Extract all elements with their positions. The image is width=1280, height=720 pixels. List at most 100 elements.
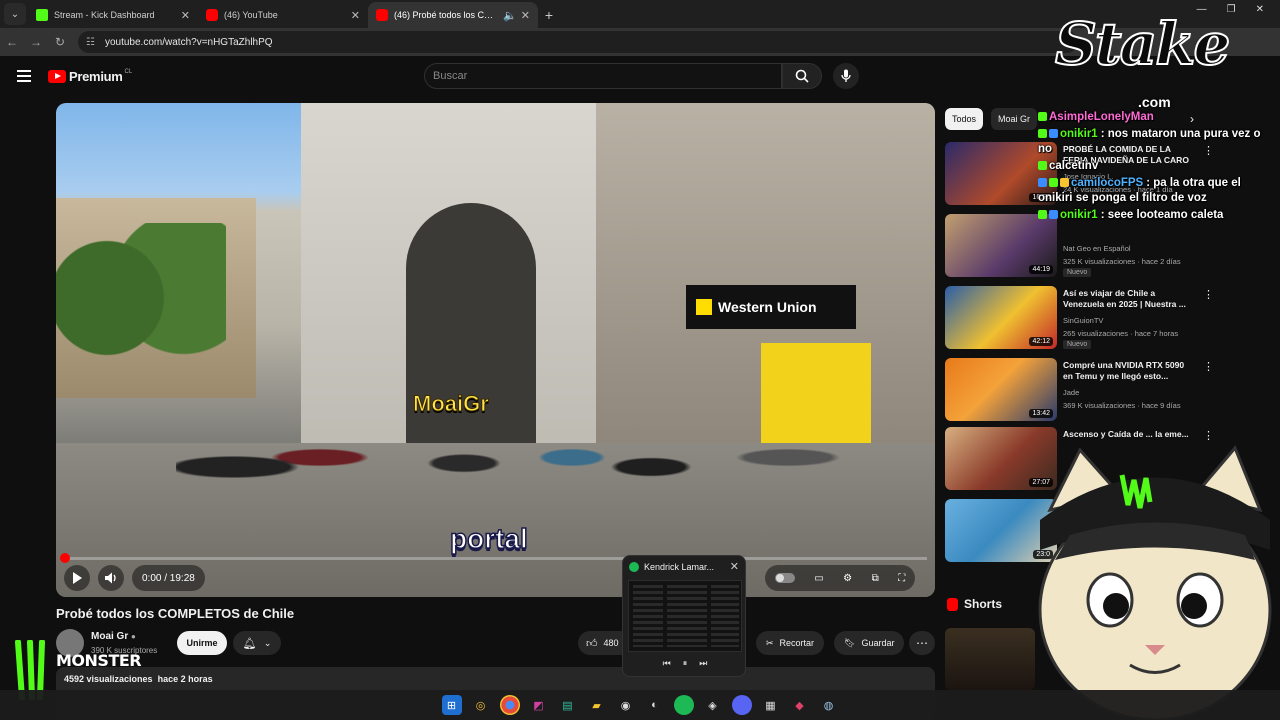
- tab-youtube[interactable]: (46) YouTube ✕: [198, 2, 368, 28]
- miniplayer-icon[interactable]: ⧉: [872, 573, 879, 584]
- chrome-icon[interactable]: [499, 695, 520, 715]
- more-icon[interactable]: ⋮: [1203, 360, 1214, 373]
- voice-search-button[interactable]: [833, 63, 859, 89]
- close-icon[interactable]: ✕: [1256, 4, 1264, 15]
- rec-channel[interactable]: SinGuionTV: [1063, 316, 1103, 325]
- more-icon[interactable]: ⋮: [1203, 288, 1214, 301]
- tab-label: Stream - Kick Dashboard: [54, 10, 155, 20]
- tab-kick-dashboard[interactable]: Stream - Kick Dashboard ✕: [28, 2, 198, 28]
- save-button[interactable]: 🔖︎ Guardar: [834, 631, 905, 655]
- kick-badge-icon: [1038, 161, 1047, 171]
- streamer-cat-avatar: [1038, 445, 1272, 720]
- recommended-video[interactable]: 13:42 Compré una NVIDIA RTX 5090 en Temu…: [945, 358, 1265, 422]
- chip-channel[interactable]: Moai Gr: [991, 108, 1038, 130]
- chat-message: onikir1: nos mataron una pura vez o no: [1038, 127, 1274, 157]
- chat-username: camilocoFPS: [1071, 177, 1144, 189]
- search-button[interactable]: [782, 63, 822, 89]
- chat-username: onikir1: [1060, 209, 1098, 221]
- speaker-icon[interactable]: 🔈: [503, 9, 517, 22]
- more-icon: ⋯: [916, 636, 928, 650]
- youtube-logo[interactable]: Premium CL: [48, 69, 132, 84]
- url-input[interactable]: ☷ youtube.com/watch?v=nHGTaZhlhPQ: [78, 31, 1078, 53]
- close-icon[interactable]: ✕: [730, 560, 739, 573]
- gear-icon[interactable]: ⚙: [843, 573, 852, 584]
- next-icon[interactable]: ⏭: [699, 658, 707, 669]
- obs-icon[interactable]: ◉: [616, 695, 636, 715]
- pause-icon[interactable]: ⏸: [683, 658, 688, 669]
- like-button[interactable]: 👍︎ 480: [578, 631, 628, 655]
- video-scene-trees: [56, 223, 226, 373]
- video-thumbnail[interactable]: 13:42: [945, 358, 1057, 421]
- spotify-icon[interactable]: [673, 695, 694, 715]
- subtitles-icon[interactable]: ▭: [814, 573, 823, 584]
- tab-label: (46) Probé todos los COMP: [394, 10, 500, 20]
- filter-chips: Todos Moai Gr: [945, 108, 1038, 130]
- upload-age: hace 2 horas: [157, 674, 213, 684]
- chip-all[interactable]: Todos: [945, 108, 984, 130]
- verified-badge-icon: [1038, 178, 1047, 188]
- duration-badge: 44:19: [1029, 265, 1053, 274]
- progress-scrubber[interactable]: [60, 553, 70, 563]
- autoplay-toggle[interactable]: [774, 573, 795, 583]
- search-input[interactable]: Buscar: [424, 63, 782, 89]
- site-info-icon[interactable]: ☷: [86, 37, 95, 48]
- chat-message: calcetinv: [1038, 159, 1274, 174]
- video-thumbnail[interactable]: 42:12: [945, 286, 1057, 349]
- forward-icon[interactable]: →: [24, 35, 48, 49]
- video-watermark: MoaiGr: [413, 391, 490, 417]
- spotify-icon: [629, 562, 639, 572]
- play-button[interactable]: [64, 565, 90, 591]
- preview-column: [633, 585, 663, 647]
- bookmark-icon: 🔖︎: [844, 637, 856, 648]
- app-icon[interactable]: ▤: [558, 695, 578, 715]
- app-icon[interactable]: ◩: [529, 695, 549, 715]
- close-icon[interactable]: ✕: [181, 9, 190, 22]
- fullscreen-icon[interactable]: ⛶: [898, 573, 905, 584]
- tab-search-button[interactable]: ⌄: [4, 3, 26, 25]
- rec-title[interactable]: Así es viajar de Chile a Venezuela en 20…: [1063, 288, 1191, 310]
- back-icon[interactable]: ←: [0, 35, 24, 49]
- progress-bar[interactable]: [60, 553, 927, 563]
- folder-icon[interactable]: ▰: [587, 695, 607, 715]
- spotify-miniplayer[interactable]: Kendrick Lamar... ✕ ⏮ ⏸ ⏭: [622, 555, 746, 677]
- close-icon[interactable]: ✕: [351, 9, 360, 22]
- notifications-button[interactable]: 🔔︎ ⌄: [233, 631, 281, 655]
- rec-title[interactable]: Ascenso y Caída de ... la eme...: [1063, 429, 1191, 440]
- short-thumbnail[interactable]: [945, 628, 1035, 690]
- tab-current-video[interactable]: (46) Probé todos los COMP 🔈 ✕: [368, 2, 538, 28]
- time-display: 0:00 / 19:28: [132, 565, 205, 591]
- clip-button[interactable]: ✂ Recortar: [756, 631, 825, 655]
- rec-channel[interactable]: Nat Geo en Español: [1063, 244, 1131, 253]
- recommended-video[interactable]: 42:12 Así es viajar de Chile a Venezuela…: [945, 286, 1265, 350]
- join-button[interactable]: Unirme: [177, 631, 227, 655]
- chat-username: calcetinv: [1049, 160, 1099, 172]
- reload-icon[interactable]: ↻: [48, 35, 72, 49]
- steam-icon[interactable]: ◍: [819, 695, 839, 715]
- play-icon: [73, 572, 82, 584]
- app-icon[interactable]: ◈: [703, 695, 723, 715]
- discord-icon[interactable]: [731, 695, 752, 715]
- close-icon[interactable]: ✕: [521, 9, 530, 22]
- preview-column: [667, 585, 707, 647]
- sponsor-text: MONSTER: [56, 651, 142, 670]
- previous-icon[interactable]: ⏮: [663, 658, 671, 669]
- app-icon[interactable]: ◆: [790, 695, 810, 715]
- video-scene-crowd: [176, 353, 896, 543]
- shorts-icon: [947, 597, 958, 611]
- rec-title[interactable]: Compré una NVIDIA RTX 5090 en Temu y me …: [1063, 360, 1191, 382]
- player-settings-group: ▭ ⚙ ⧉ ⛶: [765, 565, 915, 591]
- app-icon[interactable]: ◐: [645, 695, 665, 715]
- chat-username: AsimpleLonelyMan: [1049, 111, 1154, 123]
- rec-meta: 369 K visualizaciones · hace 9 días: [1063, 401, 1181, 410]
- new-tab-button[interactable]: +: [538, 4, 560, 26]
- mute-button[interactable]: [98, 565, 124, 591]
- kick-badge-icon: [1038, 112, 1047, 122]
- bell-icon: 🔔︎: [242, 637, 257, 650]
- rec-channel[interactable]: Jade: [1063, 388, 1079, 397]
- menu-icon[interactable]: [17, 70, 31, 82]
- windows-start-icon[interactable]: ⊞: [441, 695, 462, 715]
- video-player[interactable]: Western Union MoaiGr portal 0:00 / 19:28…: [56, 103, 935, 597]
- app-icon[interactable]: ▦: [761, 695, 781, 715]
- more-actions-button[interactable]: ⋯: [909, 631, 935, 655]
- app-icon[interactable]: ◎: [471, 695, 491, 715]
